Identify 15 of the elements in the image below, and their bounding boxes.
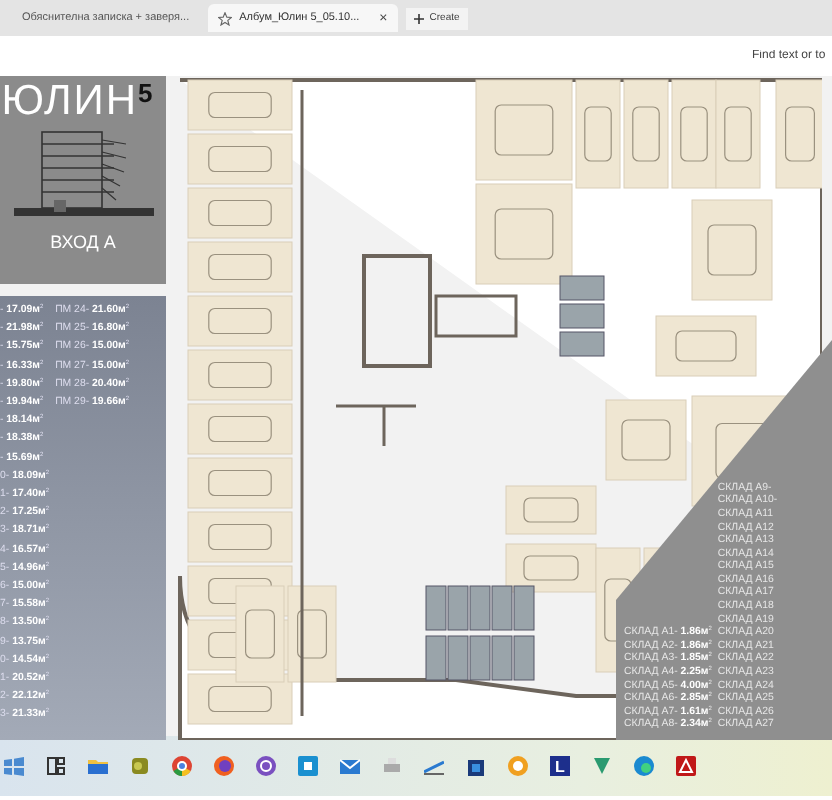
entrance-label: ВХОД А bbox=[50, 232, 116, 252]
start-icon[interactable] bbox=[4, 756, 24, 776]
app-icon[interactable]: L bbox=[550, 756, 570, 776]
store-icon[interactable] bbox=[466, 756, 486, 776]
task-view-icon[interactable] bbox=[46, 756, 66, 776]
scanner-icon[interactable] bbox=[424, 756, 444, 776]
shield-icon[interactable] bbox=[592, 756, 612, 776]
plus-icon[interactable] bbox=[413, 13, 424, 23]
star-icon[interactable] bbox=[217, 11, 232, 25]
mail-icon[interactable] bbox=[340, 756, 360, 776]
folder-icon[interactable] bbox=[88, 756, 108, 776]
app-icon[interactable] bbox=[298, 756, 318, 776]
project-title: ЮЛИН bbox=[1, 80, 139, 124]
project-number: 5 bbox=[138, 80, 153, 108]
pdf-icon[interactable] bbox=[676, 756, 696, 776]
